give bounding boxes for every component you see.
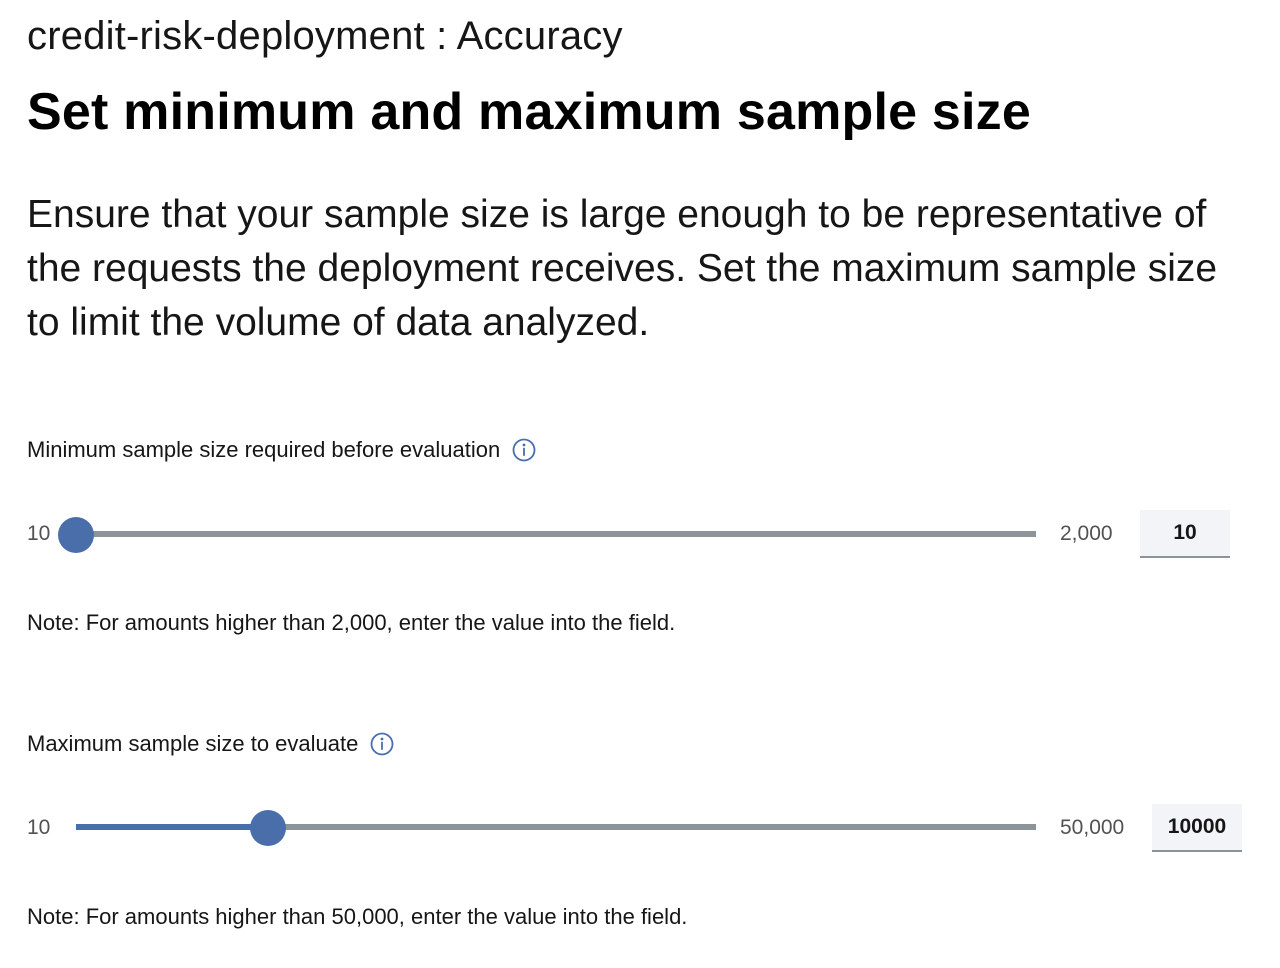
min-sample-range-min: 10 [27, 522, 51, 545]
max-sample-range-max: 50,000 [1060, 816, 1125, 839]
min-sample-input[interactable] [1140, 510, 1230, 558]
breadcrumb: credit-risk-deployment : Accuracy [27, 14, 623, 58]
info-icon[interactable] [370, 732, 394, 756]
slider-thumb[interactable] [249, 810, 286, 846]
page-description: Ensure that your sample size is large en… [27, 193, 1218, 344]
max-sample-note: Note: For amounts higher than 50,000, en… [27, 904, 688, 929]
max-sample-slider[interactable] [76, 810, 1036, 846]
min-sample-note: Note: For amounts higher than 2,000, ent… [27, 610, 676, 635]
info-icon[interactable] [512, 438, 536, 462]
min-sample-slider[interactable] [58, 517, 1036, 553]
slider-track [76, 531, 1036, 537]
max-sample-label: Maximum sample size to evaluate [27, 731, 359, 756]
max-sample-label-row: Maximum sample size to evaluate [27, 731, 394, 757]
slider-thumb[interactable] [58, 517, 94, 553]
max-sample-range-min: 10 [27, 816, 51, 839]
min-sample-label-row: Minimum sample size required before eval… [27, 437, 536, 463]
max-sample-input[interactable] [1152, 804, 1242, 852]
slider-fill [76, 824, 268, 830]
min-sample-range-max: 2,000 [1060, 522, 1113, 545]
min-sample-label: Minimum sample size required before eval… [27, 437, 501, 462]
page-title: Set minimum and maximum sample size [27, 83, 1031, 141]
